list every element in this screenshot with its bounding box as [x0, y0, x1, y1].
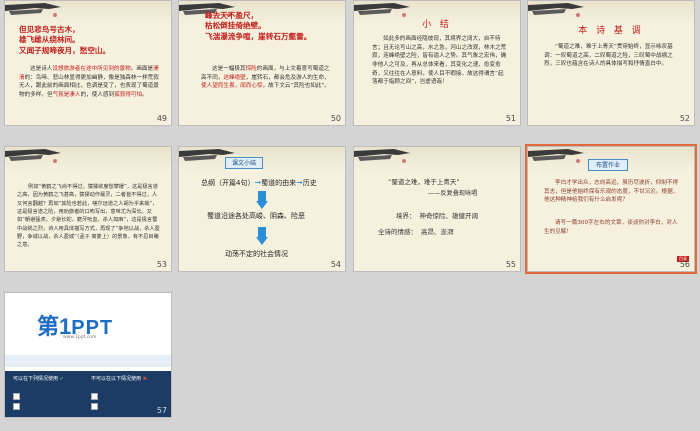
- quote-attribution: ——反复叠现咏唱: [428, 190, 478, 197]
- poem-line: 峰去天不盈尺，: [205, 11, 259, 20]
- slide-number: 56: [679, 260, 690, 269]
- slide-body-assignment: 请写一篇300字左右的文章，谈谈你对李白，对人生的见解！: [544, 220, 678, 235]
- qr-code-icon: [13, 393, 20, 400]
- ad-strip: [5, 355, 171, 367]
- quote: “蜀道之难，难于上青天”: [388, 178, 460, 186]
- slide-thumbnail-55[interactable]: “蜀道之难，难于上青天” ——反复叠现咏唱 境界： 神奇惊险、雄健开阔 全诗的情感…: [353, 146, 521, 272]
- slide-number: 55: [505, 260, 516, 269]
- qr-code-icon: [13, 403, 20, 410]
- summary-row: 蜀道沿途各处高峻、阴森、险恶: [207, 212, 305, 220]
- usage-forbidden-column: 不可以在以下情况使用 ✖: [91, 376, 147, 382]
- summary-row: 动荡不定的社会情况: [225, 250, 288, 258]
- slide-thumbnail-56[interactable]: 布置作业 李白才学出众，志向高远，虽历尽波折，仰制不得其志，但是他始终保有乐观的…: [525, 144, 697, 274]
- arrow-down-icon: [258, 191, 266, 201]
- slide-number: 52: [679, 114, 690, 123]
- slide-title: 小 结: [422, 20, 452, 30]
- slide-body: 这是一幅极其惊险的画面，与上文着意写蜀道之高不同，这峰绝壁，崖转石，都会危及游人…: [201, 66, 330, 90]
- slide-number: 57: [156, 406, 167, 415]
- slide-thumbnail-49[interactable]: 但见悲鸟号古木， 雄飞雌从绕林间。 又闻子规啼夜月，愁空山。 这是诗人设想旅游者…: [4, 0, 172, 126]
- poem-line: 雄飞雌从绕林间。: [19, 35, 80, 45]
- poem-line: 但见悲鸟号古木，: [19, 25, 80, 34]
- slide-body: 例如“黄鹤之飞尚不得过，猿猱欲度愁攀援”，这是极言道之高，因为黄鹤之飞甚高，猿猱…: [17, 184, 160, 249]
- slide-number: 51: [505, 114, 516, 123]
- check-icon: ✔: [59, 376, 64, 382]
- slide-thumbnail-53[interactable]: 例如“黄鹤之飞尚不得过，猿猱欲度愁攀援”，这是极言道之高，因为黄鹤之飞甚高，猿猱…: [4, 146, 172, 272]
- slide-number: 53: [156, 260, 167, 269]
- summary-row: 总纲（开篇4句）➞蜀道的由来➞历史: [201, 178, 317, 187]
- roof-eave-decoration: [528, 3, 584, 17]
- poem-line: 又闻子规啼夜月，愁空山。: [19, 45, 111, 55]
- poem-line: 枯松倒挂倚绝壁。: [205, 21, 266, 31]
- usage-allowed-column: 可以在下列情况使用 ✔: [13, 376, 64, 382]
- slide-number: 49: [156, 114, 167, 123]
- slide-number: 50: [330, 114, 341, 123]
- slide-thumbnail-52[interactable]: 本 诗 基 调 “蜀道之难，难于上青天”贯穿始终，显示咏叹基调：一叹蜀道之高，二…: [527, 0, 695, 126]
- ad-header: 第1PPT www.1ppt.com: [5, 293, 171, 371]
- roof-eave-decoration: [5, 149, 61, 163]
- info-line: 全诗的情感： 高昂、澎湃: [378, 228, 454, 236]
- slide-number: 54: [330, 260, 341, 269]
- brand-url: www.1ppt.com: [63, 335, 97, 340]
- poem-line: 飞湍瀑流争喧，崖转石万壑雷。: [205, 31, 312, 41]
- qr-code-icon: [91, 393, 98, 400]
- roof-eave-decoration: [354, 149, 410, 163]
- slide-thumbnail-57[interactable]: 第1PPT www.1ppt.com 可以在下列情况使用 ✔ 不可以在以下情况使…: [4, 292, 172, 418]
- qr-code-icon: [91, 403, 98, 410]
- slide-body: 如此多的画面经隐彼现，其境界之阔大，自不待言；且无论写山之高，水之急，河山之改观…: [372, 36, 507, 86]
- slide-thumbnail-50[interactable]: 峰去天不盈尺， 枯松倒挂倚绝壁。 飞湍瀑流争喧，崖转石万壑雷。 这是一幅极其惊险…: [178, 0, 346, 126]
- section-tag: 课文小结: [225, 157, 263, 169]
- cross-icon: ✖: [142, 376, 147, 382]
- arrow-down-icon: [258, 227, 266, 237]
- slide-body: 这是诗人设想旅游者在途中所见到的景物。画面是凄清的：鸟啼、悲山林显得更加幽静，像…: [19, 66, 159, 98]
- roof-eave-decoration: [528, 149, 584, 163]
- slide-title: 本 诗 基 调: [578, 26, 644, 36]
- arrow-right-icon: ➞: [296, 178, 303, 187]
- slide-thumbnail-51[interactable]: 小 结 如此多的画面经隐彼现，其境界之阔大，自不待言；且无论写山之高，水之急，河…: [353, 0, 521, 126]
- roof-eave-decoration: [5, 3, 61, 17]
- slide-body: “蜀道之难，难于上青天”贯穿始终，显示咏叹基调：一叹蜀道之高，二叹蜀道之险，三叹…: [544, 44, 673, 68]
- info-line: 境界： 神奇惊险、雄健开阔: [396, 212, 478, 220]
- slide-thumbnail-54[interactable]: 课文小结 总纲（开篇4句）➞蜀道的由来➞历史 蜀道沿途各处高峻、阴森、险恶 动荡…: [178, 146, 346, 272]
- slide-body: 李白才学出众，志向高远，虽历尽波折，仰制不得其志，但是他始终保有乐观的态度，不甘…: [544, 180, 679, 204]
- section-tag: 布置作业: [588, 159, 628, 171]
